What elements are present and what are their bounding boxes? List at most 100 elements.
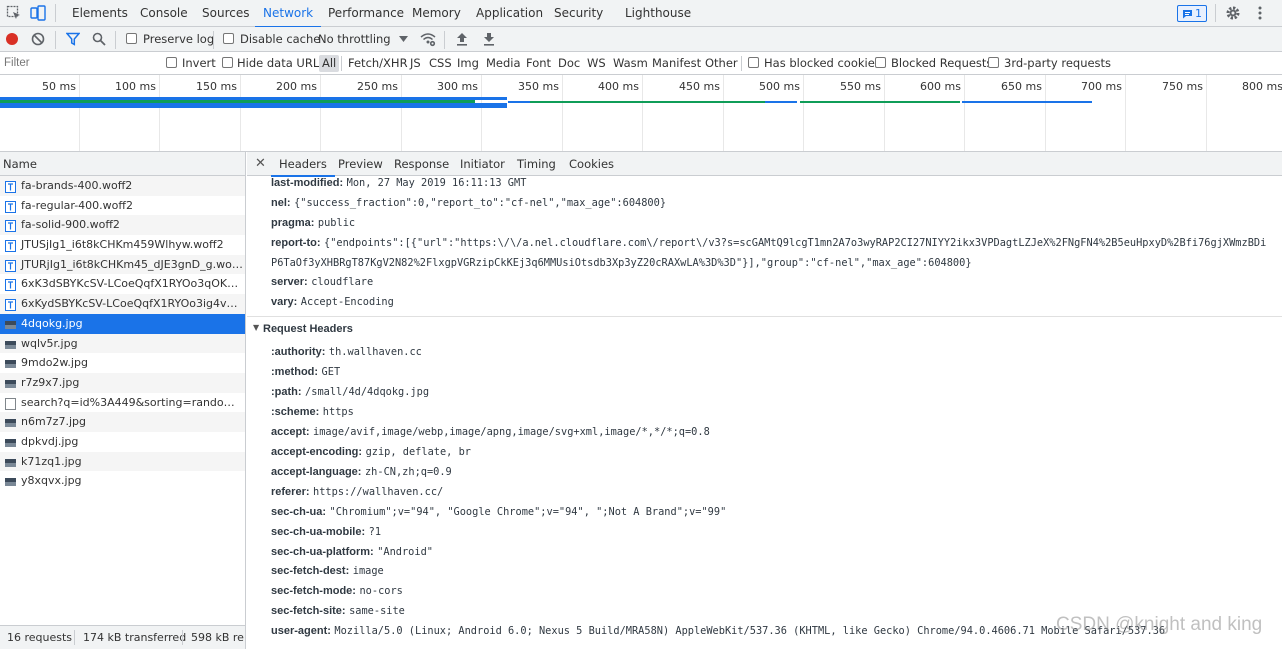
inspect-element-icon[interactable] (6, 5, 22, 21)
network-conditions-icon[interactable] (420, 31, 436, 47)
image-thumbnail-icon (5, 436, 16, 448)
timeline-bar (765, 101, 797, 103)
type-filter-ws[interactable]: WS (587, 52, 606, 75)
type-filter-font[interactable]: Font (526, 52, 551, 75)
request-row[interactable]: search?q=id%3A449&sorting=random&re... (0, 393, 245, 413)
request-row[interactable]: n6m7z7.jpg (0, 412, 245, 432)
request-name: JTURjIg1_i6t8kCHKm45_dJE3gnD_g.woff2 (21, 257, 245, 271)
type-filter-all[interactable]: All (319, 55, 340, 72)
request-row[interactable]: k71zq1.jpg (0, 451, 245, 472)
request-count: 16 requests (7, 631, 73, 644)
header-row: :method: GET (271, 362, 340, 382)
close-icon[interactable]: ✕ (255, 156, 266, 171)
timeline-tick: 100 ms (115, 80, 156, 93)
request-row[interactable]: 9mdo2w.jpg (0, 353, 245, 373)
request-row[interactable]: 4dqokg.jpg (0, 313, 245, 334)
issues-badge[interactable]: 1 (1177, 5, 1207, 22)
request-name: r7z9x7.jpg (21, 375, 80, 389)
font-file-icon (5, 239, 16, 253)
filter-icon[interactable] (66, 32, 80, 46)
request-row[interactable]: dpkvdj.jpg (0, 432, 245, 452)
type-filter-doc[interactable]: Doc (558, 52, 580, 75)
tab-cookies[interactable]: Cookies (569, 152, 614, 176)
watermark: CSDN @knight and king (1056, 614, 1263, 635)
tab-performance[interactable]: Performance (328, 0, 404, 27)
blocked-requests-checkbox[interactable] (875, 57, 886, 68)
tab-console[interactable]: Console (140, 0, 188, 27)
tab-application[interactable]: Application (476, 0, 543, 27)
header-name: last-modified: (271, 177, 344, 189)
type-filter-wasm[interactable]: Wasm (613, 52, 648, 75)
timeline-tick: 650 ms (1001, 80, 1042, 93)
header-value: zh-CN,zh;q=0.9 (364, 465, 452, 478)
import-har-icon[interactable] (456, 32, 468, 46)
font-file-icon (5, 259, 16, 272)
type-filter-manifest[interactable]: Manifest (652, 52, 701, 75)
record-icon[interactable] (5, 32, 19, 46)
header-value: "Chromium";v="94", "Google Chrome";v="94… (329, 505, 727, 518)
request-row[interactable]: fa-solid-900.woff2 (0, 215, 245, 236)
request-row[interactable]: 6xK3dSBYKcSV-LCoeQqfX1RYOo3qOK7l.w... (0, 274, 245, 294)
network-overview-timeline[interactable]: 50 ms 100 ms 150 ms 200 ms 250 ms 300 ms… (0, 75, 1282, 152)
tab-network[interactable]: Network (254, 0, 322, 28)
type-filter-img[interactable]: Img (457, 52, 479, 75)
header-name: sec-fetch-site: (271, 605, 346, 618)
request-name: JTUSjIg1_i6t8kCHKm459Wlhyw.woff2 (21, 238, 224, 252)
header-row: accept-encoding: gzip, deflate, br (271, 442, 471, 462)
header-value: image/avif,image/webp,image/apng,image/s… (313, 425, 710, 438)
more-options-icon[interactable] (1252, 5, 1268, 21)
timeline-bar (508, 101, 530, 103)
request-row[interactable]: JTURjIg1_i6t8kCHKm45_dJE3gnD_g.woff2 (0, 254, 245, 275)
request-row[interactable]: fa-regular-400.woff2 (0, 196, 245, 216)
header-name: :method: (271, 365, 319, 378)
request-row[interactable]: y8xqvx.jpg (0, 471, 245, 491)
header-name: user-agent: (271, 625, 331, 638)
header-row: vary: Accept-Encoding (271, 292, 394, 312)
request-row[interactable]: fa-brands-400.woff2 (0, 176, 245, 196)
type-filter-media[interactable]: Media (486, 52, 521, 75)
header-value: same-site (349, 605, 405, 618)
preserve-log-checkbox[interactable] (126, 33, 137, 44)
type-filter-other[interactable]: Other (705, 52, 738, 75)
has-blocked-cookies-checkbox[interactable] (748, 57, 759, 68)
type-filter-js[interactable]: JS (410, 52, 421, 75)
tab-sources[interactable]: Sources (202, 0, 249, 27)
request-name: 6xKydSBYKcSV-LCoeQqfX1RYOo3ig4vwlxd... (21, 297, 245, 311)
third-party-requests-checkbox[interactable] (988, 57, 999, 68)
timeline-tick: 350 ms (518, 80, 559, 93)
device-toolbar-icon[interactable] (30, 5, 46, 21)
search-icon[interactable] (92, 32, 106, 46)
image-thumbnail-icon (5, 377, 16, 389)
tab-security[interactable]: Security (554, 0, 603, 27)
disable-cache-checkbox[interactable] (223, 33, 234, 44)
image-thumbnail-icon (5, 416, 16, 428)
export-har-icon[interactable] (483, 32, 495, 46)
header-name: sec-ch-ua: (271, 505, 327, 518)
clear-icon[interactable] (31, 32, 45, 46)
request-row[interactable]: r7z9x7.jpg (0, 372, 245, 393)
invert-checkbox[interactable] (166, 57, 177, 68)
settings-gear-icon[interactable] (1225, 5, 1241, 21)
timeline-tick: 550 ms (840, 80, 881, 93)
request-row[interactable]: wqlv5r.jpg (0, 333, 245, 354)
header-value: image (352, 565, 384, 578)
filter-input[interactable] (0, 53, 158, 73)
blocked-requests-label: Blocked Requests (891, 56, 993, 70)
throttling-select[interactable]: No throttling (318, 27, 391, 52)
hide-data-urls-checkbox[interactable] (222, 57, 233, 68)
name-column-header[interactable]: Name (0, 152, 245, 176)
type-filter-css[interactable]: CSS (429, 52, 452, 75)
font-file-icon (5, 219, 16, 233)
tab-memory[interactable]: Memory (412, 0, 461, 27)
request-name: y8xqvx.jpg (21, 474, 82, 488)
tab-lighthouse[interactable]: Lighthouse (625, 0, 691, 27)
header-row: nel: {"success_fraction":0,"report_to":"… (271, 193, 666, 213)
request-row[interactable]: 6xKydSBYKcSV-LCoeQqfX1RYOo3ig4vwlxd... (0, 294, 245, 314)
request-row[interactable]: JTUSjIg1_i6t8kCHKm459Wlhyw.woff2 (0, 235, 245, 255)
request-headers-section-toggle[interactable]: ▼ Request Headers (247, 316, 1282, 340)
tab-elements[interactable]: Elements (72, 0, 128, 27)
header-name: accept-encoding: (271, 445, 363, 458)
type-filter-fetch-xhr[interactable]: Fetch/XHR (348, 52, 408, 75)
filter-bar: Invert Hide data URLs All Fetch/XHR JS C… (0, 52, 1282, 75)
header-value: GET (321, 365, 341, 378)
